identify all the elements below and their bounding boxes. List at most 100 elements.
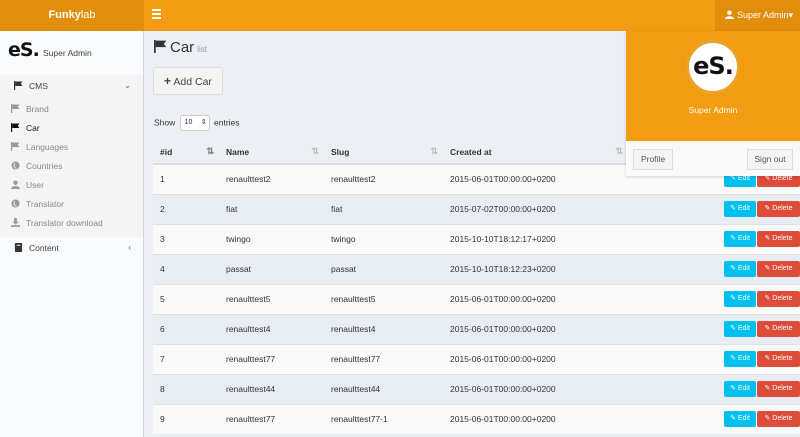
cell-created-at: 2015-06-01T00:00:00+0200 <box>443 343 628 374</box>
chevron-left-icon: ‹ <box>128 243 131 252</box>
sort-icon: ⇅ <box>615 146 623 156</box>
delete-label: Delete <box>772 205 793 212</box>
table-row: 8 renaulttest44 renaulttest44 2015-06-01… <box>153 373 800 404</box>
sort-icon: ⇅ <box>311 146 319 156</box>
sidebar-item-translator-download[interactable]: Translator download <box>0 214 143 233</box>
cell-actions: ✎ Edit ✎ Delete <box>628 403 800 434</box>
user-dropdown-header: eS. Super Admin <box>626 31 800 141</box>
user-menu-label: Super Admin <box>737 10 789 20</box>
entries-length-control: Show 10 entries <box>154 115 240 131</box>
sidebar-section-cms[interactable]: CMS ⌄ <box>0 75 143 97</box>
flag-icon <box>11 142 20 151</box>
flag-icon <box>11 104 20 113</box>
delete-button[interactable]: ✎ Delete <box>757 321 800 337</box>
column-header-name[interactable]: Name ⇅ <box>219 140 324 165</box>
cell-name: renaulttest4 <box>219 313 324 344</box>
edit-button[interactable]: ✎ Edit <box>724 411 756 428</box>
table-row: 3 twingo twingo 2015-10-10T18:12:17+0200… <box>153 223 800 254</box>
app-logo[interactable]: Funkylab <box>0 0 144 31</box>
table-row: 6 renaulttest4 renaulttest4 2015-06-01T0… <box>153 313 800 344</box>
cell-id: 3 <box>153 223 219 254</box>
cell-slug: renaulttest77 <box>324 343 443 374</box>
cell-slug: twingo <box>324 223 443 254</box>
sidebar-item-label: Languages <box>26 142 69 152</box>
sidebar-item-brand[interactable]: Brand <box>0 100 143 119</box>
edit-button[interactable]: ✎ Edit <box>724 201 756 217</box>
delete-button[interactable]: ✎ Delete <box>757 291 800 307</box>
table-row: 4 passat passat 2015-10-10T18:12:23+0200… <box>153 253 800 284</box>
edit-label: Edit <box>737 235 750 242</box>
sidebar-item-label: Countries <box>26 161 63 171</box>
edit-button[interactable]: ✎ Edit <box>724 261 756 277</box>
edit-label: Edit <box>737 355 750 362</box>
cell-created-at: 2015-07-02T00:00:00+0200 <box>443 193 628 224</box>
caret-down-icon: ▾ <box>788 10 794 20</box>
entries-label: entries <box>214 117 240 128</box>
column-header-id[interactable]: #id ⇅ <box>153 140 219 165</box>
profile-button[interactable]: Profile <box>633 149 673 170</box>
avatar: eS. <box>686 40 740 94</box>
cell-actions: ✎ Edit ✎ Delete <box>628 373 800 404</box>
show-label: Show <box>154 117 176 128</box>
cell-created-at: 2015-10-10T18:12:23+0200 <box>443 253 628 284</box>
sidebar-submenu-cms: Brand Car Languages Countries User Trans… <box>0 97 143 237</box>
cell-id: 6 <box>153 313 219 344</box>
delete-button[interactable]: ✎ Delete <box>757 231 800 247</box>
sidebar-item-label: Translator <box>26 199 64 209</box>
cell-name: renaulttest77 <box>219 343 324 374</box>
sign-out-button[interactable]: Sign out <box>747 149 793 170</box>
logo-text: lab <box>80 9 96 21</box>
cell-name: passat <box>219 253 324 284</box>
edit-button[interactable]: ✎ Edit <box>724 231 756 247</box>
edit-button[interactable]: ✎ Edit <box>724 381 756 397</box>
column-label: Slug <box>331 146 350 157</box>
delete-button[interactable]: ✎ Delete <box>757 381 800 397</box>
edit-label: Edit <box>737 385 750 392</box>
page-subtitle: list <box>197 45 207 54</box>
sidebar-item-user[interactable]: User <box>0 176 143 195</box>
user-dropdown-menu: eS. Super Admin Profile Sign out <box>626 31 800 176</box>
sidebar-item-translator[interactable]: Translator <box>0 195 143 214</box>
user-dropdown-footer: Profile Sign out <box>626 141 800 176</box>
sidebar-item-languages[interactable]: Languages <box>0 138 143 157</box>
delete-button[interactable]: ✎ Delete <box>757 411 800 428</box>
cell-slug: renaulttest5 <box>324 283 443 314</box>
sidebar-section-content[interactable]: Content ‹ <box>0 237 143 259</box>
top-navbar: Funkylab Super Admin▾ <box>0 0 800 31</box>
edit-button[interactable]: ✎ Edit <box>724 291 756 307</box>
sidebar-item-label: Translator download <box>26 218 103 228</box>
cell-name: renaulttest44 <box>219 373 324 404</box>
add-car-button[interactable]: + Add Car <box>153 67 223 95</box>
cell-name: renaulttest5 <box>219 283 324 314</box>
user-menu-toggle[interactable]: Super Admin▾ <box>715 0 800 31</box>
cell-created-at: 2015-06-01T00:00:00+0200 <box>443 163 628 194</box>
logo-text-bold: Funky <box>48 9 81 21</box>
cell-created-at: 2015-06-01T00:00:00+0200 <box>443 373 628 404</box>
delete-button[interactable]: ✎ Delete <box>757 351 800 367</box>
delete-label: Delete <box>772 175 793 183</box>
sidebar-item-car[interactable]: Car <box>0 119 143 138</box>
sidebar-item-label: Car <box>26 123 40 133</box>
table-row: 9 renaulttest77 renaulttest77-1 2015-06-… <box>153 403 800 434</box>
add-car-label: Add Car <box>173 76 212 88</box>
delete-label: Delete <box>772 415 793 423</box>
edit-button[interactable]: ✎ Edit <box>724 351 756 367</box>
cell-slug: fiat <box>324 193 443 224</box>
sidebar-toggle-icon[interactable] <box>152 9 161 19</box>
column-header-created-at[interactable]: Created at ⇅ <box>443 140 628 165</box>
delete-button[interactable]: ✎ Delete <box>757 261 800 277</box>
column-header-slug[interactable]: Slug ⇅ <box>324 140 443 165</box>
sidebar-user-panel: eS. Super Admin <box>0 31 143 75</box>
cell-name: renaulttest77 <box>219 403 324 434</box>
delete-button[interactable]: ✎ Delete <box>757 201 800 217</box>
column-label: Name <box>226 146 250 157</box>
table-row: 7 renaulttest77 renaulttest77 2015-06-01… <box>153 343 800 374</box>
edit-button[interactable]: ✎ Edit <box>724 321 756 337</box>
delete-label: Delete <box>772 265 793 272</box>
sidebar-item-countries[interactable]: Countries <box>0 157 143 176</box>
edit-label: Edit <box>737 415 750 423</box>
delete-label: Delete <box>772 385 793 392</box>
entries-select[interactable]: 10 <box>179 115 210 131</box>
user-icon <box>11 180 20 189</box>
cell-id: 5 <box>153 283 219 314</box>
